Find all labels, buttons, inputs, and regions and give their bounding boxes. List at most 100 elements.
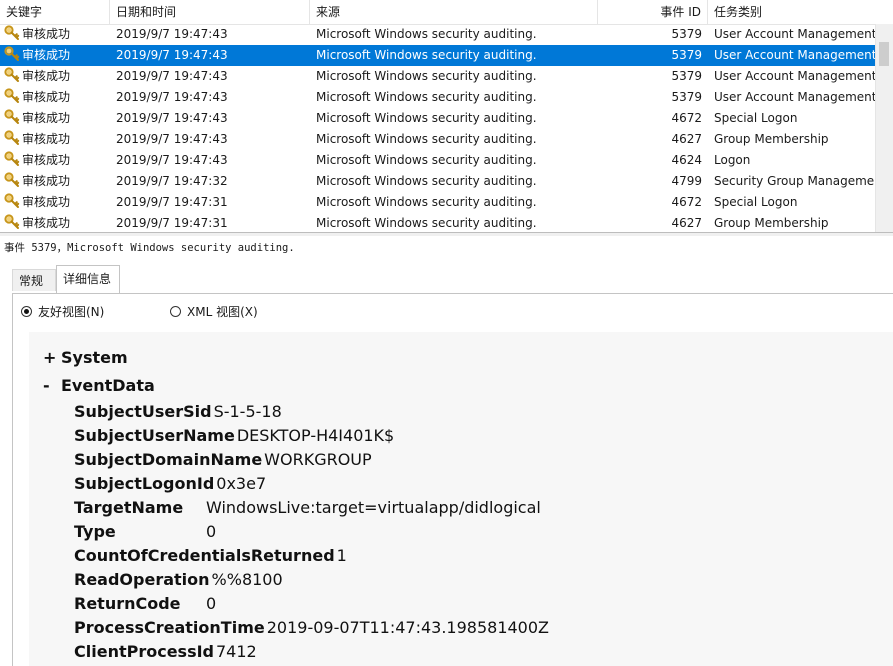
- field-name: SubjectUserName: [74, 426, 235, 445]
- friendly-view-content: + System - EventData SubjectUserSid S-1-5-1…: [29, 332, 893, 666]
- table-row[interactable]: 审核成功 2019/9/7 19:47:43 Microsoft Windows s…: [0, 66, 893, 87]
- eventdata-field: TargetName WindowsLive:target=virtualapp/…: [74, 498, 541, 517]
- eventdata-field: Type 0: [74, 522, 216, 541]
- key-icon: [4, 130, 20, 146]
- table-row[interactable]: 审核成功 2019/9/7 19:47:43 Microsoft Windows s…: [0, 129, 893, 150]
- datetime-cell: 2019/9/7 19:47:43: [116, 90, 228, 104]
- field-name: TargetName: [74, 498, 184, 517]
- field-value[interactable]: DESKTOP-H4I401K$: [237, 426, 394, 445]
- field-name: ProcessCreationTime: [74, 618, 265, 637]
- xml-view-radio[interactable]: XML 视图(X): [170, 304, 258, 320]
- tab-details[interactable]: 详细信息: [56, 265, 120, 293]
- eventdata-field: SubjectLogonId 0x3e7: [74, 474, 266, 493]
- system-node-label: System: [61, 348, 128, 367]
- eventdata-node[interactable]: - EventData: [43, 376, 155, 395]
- expand-icon[interactable]: +: [43, 348, 61, 367]
- keyword-text: 审核成功: [22, 216, 71, 230]
- table-row[interactable]: 审核成功 2019/9/7 19:47:43 Microsoft Windows s…: [0, 150, 893, 171]
- field-value[interactable]: 0: [206, 594, 216, 613]
- category-cell: User Account Management: [714, 69, 877, 83]
- event-list[interactable]: 关键字 日期和时间 来源 事件 ID 任务类别 审核成功 2019/9/7 19:…: [0, 0, 893, 232]
- table-row[interactable]: 审核成功 2019/9/7 19:47:31 Microsoft Windows s…: [0, 192, 893, 213]
- event-id-cell: 4627: [671, 132, 702, 146]
- eventdata-node-label: EventData: [61, 376, 155, 395]
- column-header-event-id[interactable]: 事件 ID: [598, 0, 708, 24]
- eventdata-field: ProcessCreationTime 2019-09-07T11:47:43.1…: [74, 618, 549, 637]
- eventdata-field: SubjectUserName DESKTOP-H4I401K$: [74, 426, 394, 445]
- event-id-cell: 5379: [671, 48, 702, 62]
- table-row[interactable]: 审核成功 2019/9/7 19:47:31 Microsoft Windows s…: [0, 213, 893, 232]
- category-cell: Special Logon: [714, 111, 798, 125]
- keyword-text: 审核成功: [22, 48, 71, 62]
- list-header: 关键字 日期和时间 来源 事件 ID 任务类别: [0, 0, 893, 25]
- eventdata-field: ClientProcessId 7412: [74, 642, 257, 661]
- datetime-cell: 2019/9/7 19:47:43: [116, 153, 228, 167]
- details-tab-content: 友好视图(N) XML 视图(X) + System - EventData Sub…: [12, 293, 893, 666]
- category-cell: User Account Management: [714, 48, 877, 62]
- eventdata-field: SubjectDomainName WORKGROUP: [74, 450, 372, 469]
- keyword-text: 审核成功: [22, 27, 71, 41]
- table-row[interactable]: 审核成功 2019/9/7 19:47:43 Microsoft Windows s…: [0, 45, 893, 66]
- source-cell: Microsoft Windows security auditing.: [316, 27, 537, 41]
- system-node[interactable]: + System: [43, 348, 128, 367]
- field-name: ReturnCode: [74, 594, 181, 613]
- keyword-text: 审核成功: [22, 132, 71, 146]
- event-id-cell: 4799: [671, 174, 702, 188]
- detail-tabstrip: 常规 详细信息: [0, 265, 893, 293]
- category-cell: User Account Management: [714, 27, 877, 41]
- table-row[interactable]: 审核成功 2019/9/7 19:47:43 Microsoft Windows s…: [0, 24, 893, 45]
- field-value[interactable]: 0x3e7: [216, 474, 266, 493]
- field-name: CountOfCredentialsReturned: [74, 546, 335, 565]
- column-header-datetime[interactable]: 日期和时间: [110, 0, 310, 24]
- tab-general[interactable]: 常规: [12, 269, 56, 291]
- keyword-text: 审核成功: [22, 174, 71, 188]
- radio-unselected-icon: [170, 306, 181, 317]
- field-value[interactable]: 0: [206, 522, 216, 541]
- field-value[interactable]: WORKGROUP: [264, 450, 372, 469]
- source-cell: Microsoft Windows security auditing.: [316, 195, 537, 209]
- table-row[interactable]: 审核成功 2019/9/7 19:47:43 Microsoft Windows s…: [0, 87, 893, 108]
- column-header-source[interactable]: 来源: [310, 0, 598, 24]
- source-cell: Microsoft Windows security auditing.: [316, 111, 537, 125]
- keyword-cell: 审核成功: [4, 45, 108, 66]
- field-name: Type: [74, 522, 116, 541]
- source-cell: Microsoft Windows security auditing.: [316, 153, 537, 167]
- event-id-cell: 4672: [671, 195, 702, 209]
- datetime-cell: 2019/9/7 19:47:43: [116, 132, 228, 146]
- datetime-cell: 2019/9/7 19:47:31: [116, 195, 228, 209]
- keyword-cell: 审核成功: [4, 24, 108, 45]
- field-name: SubjectDomainName: [74, 450, 263, 469]
- field-name: SubjectLogonId: [74, 474, 215, 493]
- eventdata-field: ReadOperation %%8100: [74, 570, 283, 589]
- collapse-icon[interactable]: -: [43, 376, 61, 395]
- key-icon: [4, 214, 20, 230]
- column-header-category[interactable]: 任务类别: [708, 0, 893, 24]
- list-vertical-scrollbar[interactable]: [875, 24, 893, 232]
- friendly-view-radio[interactable]: 友好视图(N): [21, 304, 104, 320]
- source-cell: Microsoft Windows security auditing.: [316, 48, 537, 62]
- field-value[interactable]: WindowsLive:target=virtualapp/didlogical: [206, 498, 541, 517]
- field-value[interactable]: 1: [337, 546, 347, 565]
- field-value[interactable]: 7412: [216, 642, 257, 661]
- scrollbar-thumb[interactable]: [879, 42, 889, 66]
- category-cell: Group Membership: [714, 132, 829, 146]
- keyword-text: 审核成功: [22, 69, 71, 83]
- key-icon: [4, 46, 20, 62]
- table-row[interactable]: 审核成功 2019/9/7 19:47:32 Microsoft Windows s…: [0, 171, 893, 192]
- keyword-cell: 审核成功: [4, 192, 108, 213]
- field-value[interactable]: %%8100: [212, 570, 283, 589]
- xml-view-label: XML 视图(X): [187, 305, 258, 319]
- eventdata-field: CountOfCredentialsReturned 1: [74, 546, 347, 565]
- keyword-text: 审核成功: [22, 111, 71, 125]
- field-name: SubjectUserSid: [74, 402, 212, 421]
- field-value[interactable]: S-1-5-18: [214, 402, 282, 421]
- category-cell: Logon: [714, 153, 751, 167]
- keyword-cell: 审核成功: [4, 108, 108, 129]
- datetime-cell: 2019/9/7 19:47:43: [116, 48, 228, 62]
- event-id-cell: 5379: [671, 90, 702, 104]
- table-row[interactable]: 审核成功 2019/9/7 19:47:43 Microsoft Windows s…: [0, 108, 893, 129]
- event-id-cell: 4627: [671, 216, 702, 230]
- category-cell: Special Logon: [714, 195, 798, 209]
- column-header-keyword[interactable]: 关键字: [0, 0, 110, 24]
- field-value[interactable]: 2019-09-07T11:47:43.198581400Z: [267, 618, 549, 637]
